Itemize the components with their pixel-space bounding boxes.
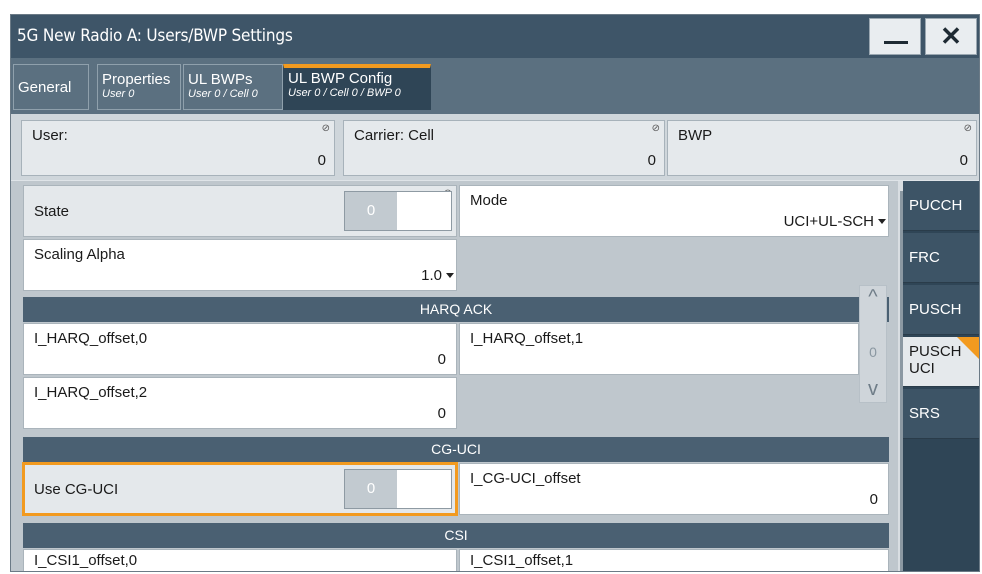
use-cg-uci-label: Use CG-UCI: [34, 481, 119, 498]
tab-sublabel: User 0: [102, 88, 135, 100]
carrier-label: Carrier: Cell: [354, 127, 435, 144]
lock-icon: ⊘: [963, 123, 972, 134]
nav-pusch[interactable]: PUSCH: [903, 285, 979, 335]
harq-offset-1-label: I_HARQ_offset,1: [470, 330, 584, 347]
nav-label: PUCCH: [909, 197, 963, 214]
context-header: User: ⊘ 0 Carrier: Cell ⊘ 0 BWP ⊘ 0: [11, 114, 979, 180]
harq-offset-0-label: I_HARQ_offset,0: [34, 330, 148, 347]
close-button[interactable]: ✕: [925, 18, 977, 55]
tab-sublabel: User 0 / Cell 0 / BWP 0: [288, 87, 401, 99]
use-cg-uci-toggle[interactable]: 0: [344, 469, 452, 509]
nav-srs[interactable]: SRS: [903, 389, 979, 439]
minimize-button[interactable]: [869, 18, 921, 55]
nav-label: FRC: [909, 249, 940, 266]
carrier-value: 0: [647, 152, 656, 169]
tab-sublabel: User 0 / Cell 0: [188, 88, 258, 100]
harq-offset-1-field[interactable]: I_HARQ_offset,1: [459, 323, 859, 375]
harq-offset-2-value: 0: [437, 405, 446, 422]
user-value: 0: [317, 152, 326, 169]
csi1-offset-0-field[interactable]: I_CSI1_offset,0: [23, 549, 457, 571]
csi1-offset-1-field[interactable]: I_CSI1_offset,1: [459, 549, 889, 571]
nav-label: SRS: [909, 405, 940, 422]
bwp-value: 0: [959, 152, 968, 169]
nav-label: PUSCH: [909, 301, 962, 318]
mode-select[interactable]: Mode UCI+UL-SCH: [459, 185, 889, 237]
scaling-alpha-select[interactable]: Scaling Alpha 1.0: [23, 239, 457, 291]
tab-label: Properties: [102, 71, 171, 88]
state-toggle[interactable]: 0: [344, 191, 452, 231]
title-bar: 5G New Radio A: Users/BWP Settings ✕: [11, 15, 979, 58]
tab-bar: General Properties User 0 UL BWPs User 0…: [11, 58, 979, 114]
bwp-display: BWP ⊘ 0: [667, 120, 977, 176]
state-field: State ⊘ 0: [23, 185, 457, 237]
nav-pucch[interactable]: PUCCH: [903, 181, 979, 231]
window-title: 5G New Radio A: Users/BWP Settings: [17, 26, 293, 46]
cg-uci-offset-field[interactable]: I_CG-UCI_offset 0: [459, 463, 889, 515]
mode-value: UCI+UL-SCH: [783, 213, 874, 230]
scaling-alpha-value: 1.0: [421, 267, 442, 284]
close-icon: ✕: [940, 21, 962, 51]
state-label: State: [34, 203, 70, 220]
dropdown-caret-icon: [446, 273, 454, 278]
active-marker-icon: [957, 337, 979, 359]
section-csi: CSI: [23, 523, 889, 548]
use-cg-uci-field[interactable]: Use CG-UCI 0: [22, 462, 458, 516]
harq-offset-0-field[interactable]: I_HARQ_offset,0 0: [23, 323, 457, 375]
harq-offset-2-field[interactable]: I_HARQ_offset,2 0: [23, 377, 457, 429]
minimize-icon: [884, 41, 908, 44]
nav-frc[interactable]: FRC: [903, 233, 979, 283]
csi1-offset-1-label: I_CSI1_offset,1: [470, 552, 574, 569]
tab-ul-bwp-config[interactable]: UL BWP Config User 0 / Cell 0 / BWP 0: [283, 64, 431, 110]
nav-label-line2: UCI: [909, 360, 935, 377]
csi1-offset-0-label: I_CSI1_offset,0: [34, 552, 138, 569]
harq-offset-1-value: 0: [869, 344, 877, 360]
tab-general[interactable]: General: [13, 64, 89, 110]
scaling-alpha-label: Scaling Alpha: [34, 246, 125, 263]
chevron-up-icon[interactable]: ^: [864, 287, 882, 307]
nav-pusch-uci[interactable]: PUSCH UCI: [903, 337, 979, 387]
bwp-label: BWP: [678, 127, 713, 144]
carrier-display: Carrier: Cell ⊘ 0: [343, 120, 665, 176]
tab-properties[interactable]: Properties User 0: [97, 64, 181, 110]
side-navigation: PUCCH FRC PUSCH PUSCH UCI SRS: [903, 181, 979, 571]
harq-offset-1-spinner[interactable]: ^ 0 v: [859, 285, 887, 403]
tab-label: UL BWP Config: [288, 70, 393, 87]
settings-panel: State ⊘ 0 Mode UCI+UL-SCH Scaling Alpha …: [11, 181, 979, 571]
user-display: User: ⊘ 0: [21, 120, 335, 176]
tab-ul-bwps[interactable]: UL BWPs User 0 / Cell 0: [183, 64, 283, 110]
section-cg-uci: CG-UCI: [23, 437, 889, 462]
cg-uci-offset-label: I_CG-UCI_offset: [470, 470, 581, 487]
harq-offset-2-label: I_HARQ_offset,2: [34, 384, 148, 401]
cg-uci-offset-value: 0: [869, 491, 878, 508]
lock-icon: ⊘: [651, 123, 660, 134]
tab-label: General: [18, 79, 72, 96]
mode-label: Mode: [470, 192, 508, 209]
toggle-knob: 0: [345, 192, 397, 230]
user-label: User:: [32, 127, 68, 144]
settings-window: 5G New Radio A: Users/BWP Settings ✕ Gen…: [10, 14, 980, 572]
toggle-knob: 0: [345, 470, 397, 508]
section-harq-ack: HARQ ACK: [23, 297, 889, 322]
harq-offset-0-value: 0: [437, 351, 446, 368]
tab-label: UL BWPs: [188, 71, 253, 88]
chevron-down-icon[interactable]: v: [864, 379, 882, 399]
dropdown-caret-icon: [878, 219, 886, 224]
lock-icon: ⊘: [321, 123, 330, 134]
